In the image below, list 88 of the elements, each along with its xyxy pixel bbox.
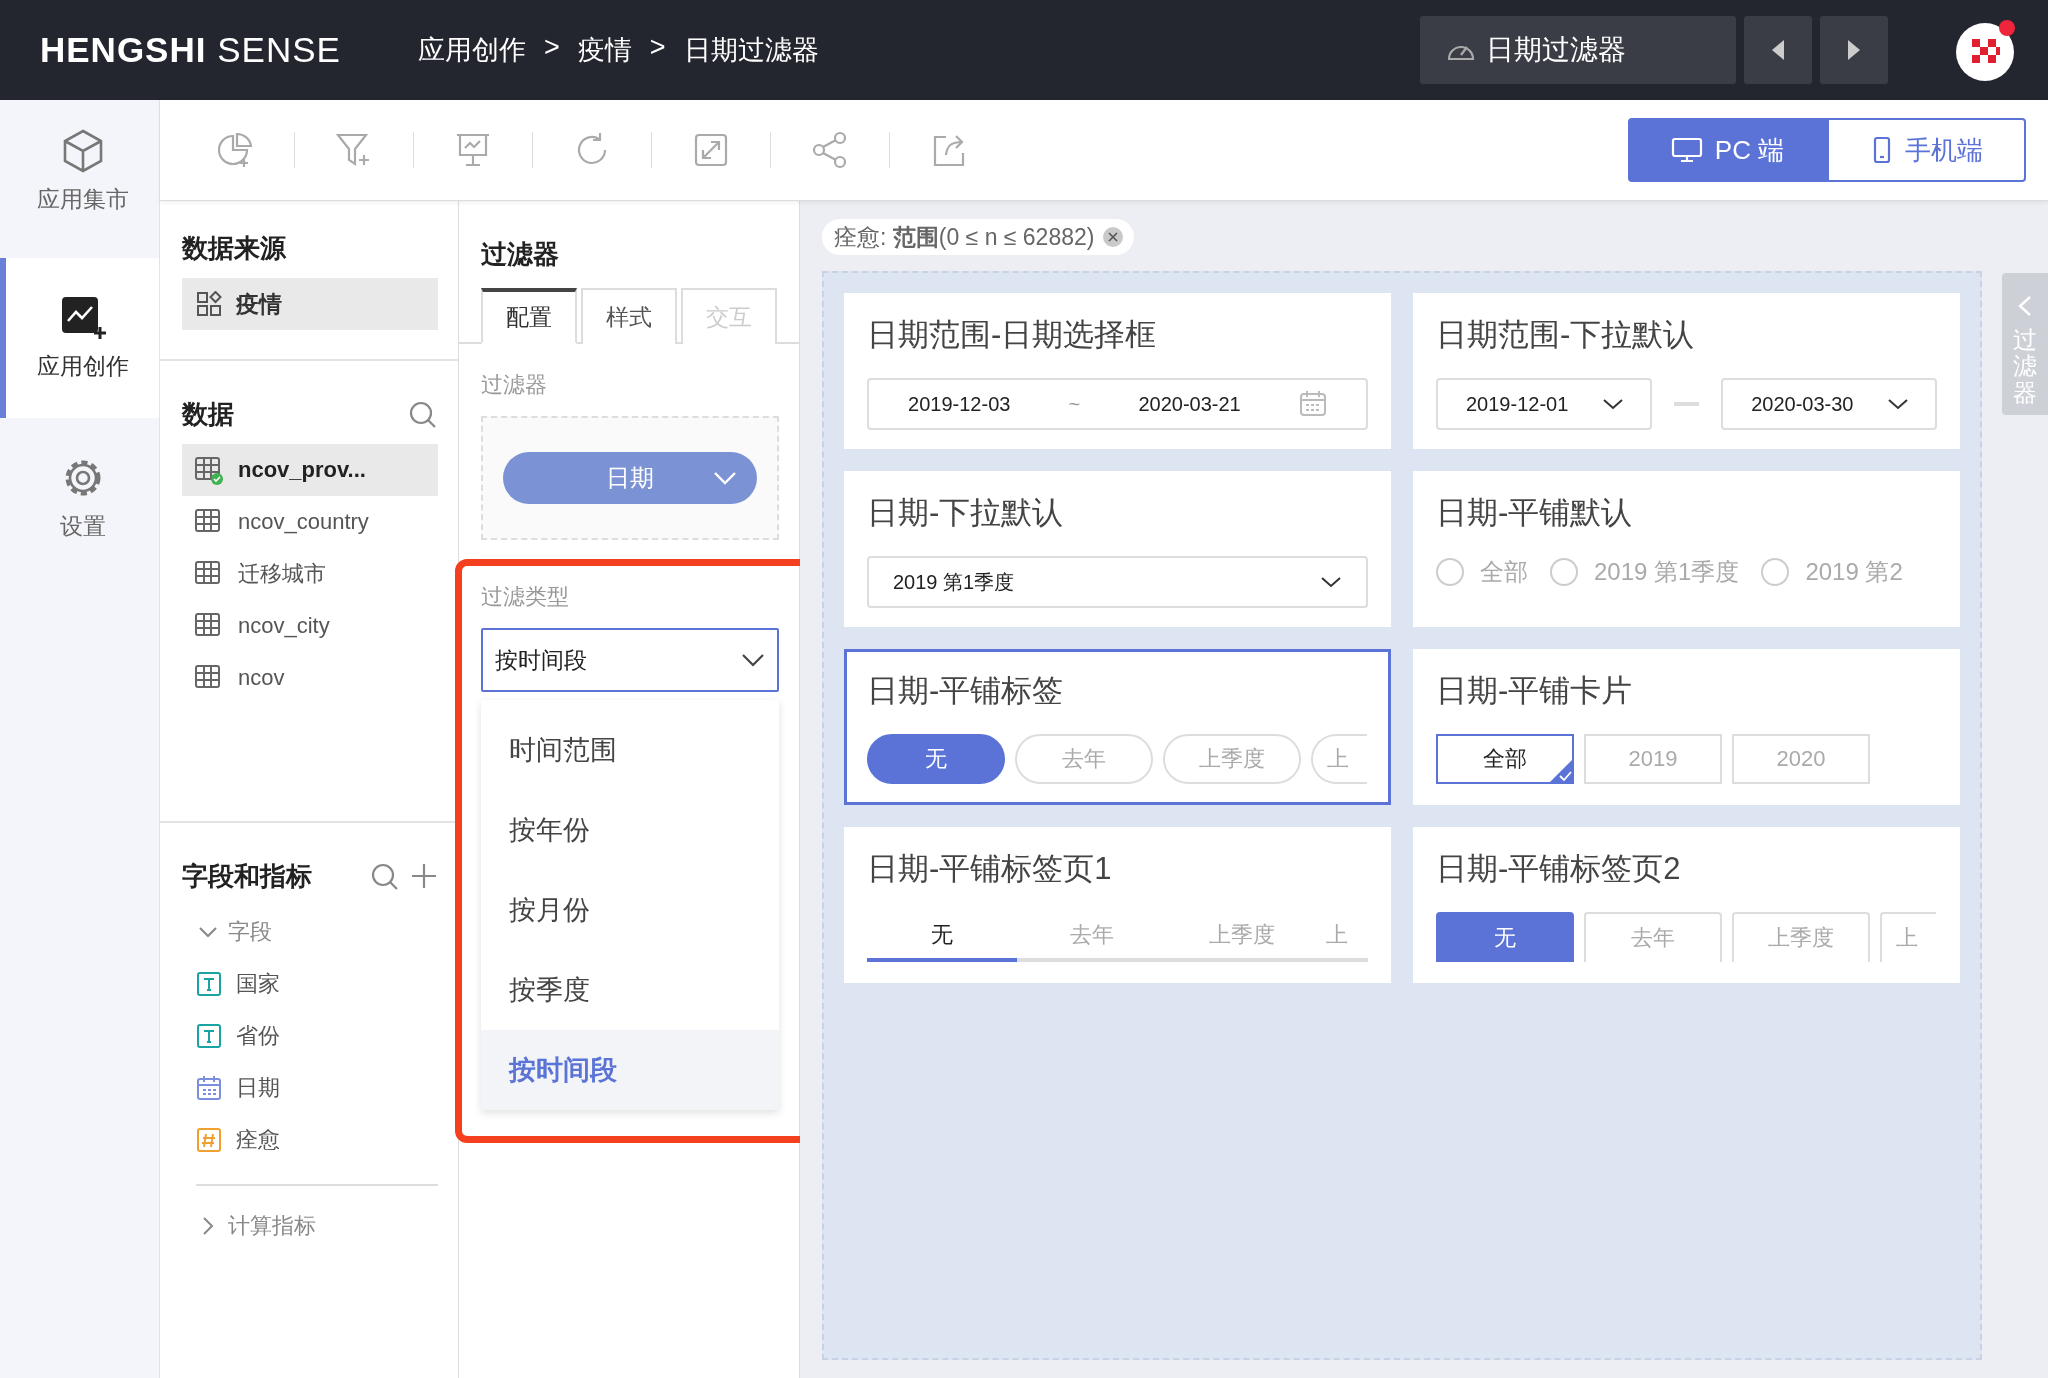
card-title: 日期-平铺卡片 (1436, 672, 1634, 710)
table-item[interactable]: 迁移城市 (182, 548, 438, 600)
date-range-field[interactable]: 2019-12-03 ~ 2020-03-21 (867, 378, 1368, 430)
breadcrumb-separator: > (649, 32, 666, 64)
next-button[interactable] (1820, 16, 1888, 84)
brand-logo: HENGSHI SENSE (40, 30, 342, 70)
nav-item[interactable]: 设置 (0, 418, 159, 578)
panel-tab[interactable]: 样式 (581, 288, 677, 344)
filter-card[interactable]: 日期范围-下拉默认 2019-12-01 2020-03-30 (1413, 293, 1960, 449)
card-title: 日期范围-下拉默认 (1436, 316, 1696, 354)
field-item[interactable]: 日期 (182, 1062, 438, 1114)
table-icon (194, 455, 224, 485)
filter-card[interactable]: 日期-平铺标签页2 无 去年 上季度 上 (1413, 827, 1960, 983)
checkmark-icon (1548, 758, 1574, 784)
chart-add-icon[interactable] (216, 131, 254, 169)
field-label: 过滤类型 (480, 583, 570, 611)
card-title: 日期-平铺默认 (1436, 494, 1634, 532)
table-item[interactable]: ncov_city (182, 600, 438, 652)
field-item[interactable]: 国家 (182, 958, 438, 1010)
breadcrumb-item[interactable]: 应用创作 (418, 32, 526, 68)
chart-add-icon (59, 294, 106, 341)
field-group-toggle[interactable]: 字段 (182, 906, 438, 958)
dashboard-picker[interactable]: 日期过滤器 (1420, 16, 1736, 84)
share-icon[interactable] (811, 131, 849, 169)
caret-icon (741, 653, 765, 667)
card-title: 日期-下拉默认 (867, 494, 1065, 532)
number-field-icon (196, 1127, 222, 1153)
filter-card[interactable]: 日期-平铺标签页1 无 去年 上季度 上 (844, 827, 1391, 983)
card-title: 日期-平铺标签页1 (867, 850, 1113, 888)
breadcrumb-item[interactable]: 疫情 (577, 32, 632, 68)
tab[interactable]: 无 (1436, 912, 1574, 962)
field-label: 过滤器 (480, 371, 548, 399)
caret-icon (713, 471, 737, 485)
card-title: 日期-平铺标签页2 (1436, 850, 1682, 888)
view-toggle-button[interactable]: 手机端 (1827, 118, 2026, 182)
filter-type-select[interactable]: 按时间段 (481, 628, 779, 692)
monitor-icon (1670, 136, 1703, 164)
filter-card[interactable]: 日期-平铺卡片 全部 2019 2020 (1413, 649, 1960, 805)
card-title: 日期-平铺标签 (867, 672, 1065, 710)
table-item[interactable]: ncov (182, 652, 438, 704)
caret-icon (1887, 398, 1909, 410)
dropdown-option[interactable]: 按年份 (481, 790, 779, 870)
presentation-icon[interactable] (454, 131, 492, 169)
text-field-icon (196, 1023, 222, 1049)
section-title: 数据 (182, 398, 234, 431)
grid-icon (196, 291, 222, 317)
option-tag[interactable]: 无 (867, 734, 1005, 784)
previous-button[interactable] (1744, 16, 1812, 84)
calendar-icon[interactable] (1298, 390, 1327, 418)
filter-card[interactable]: 日期范围-日期选择框 2019-12-03 ~ 2020-03-21 (844, 293, 1391, 449)
field-group-toggle[interactable]: 计算指标 (182, 1200, 438, 1252)
tab[interactable]: 无 (867, 912, 1017, 962)
search-icon[interactable] (408, 399, 438, 430)
field-item[interactable]: 痊愈 (182, 1114, 438, 1166)
dropdown-option[interactable]: 时间范围 (481, 710, 779, 790)
text-field-icon (196, 971, 222, 997)
caret-icon (1601, 398, 1624, 410)
nav-item[interactable]: 应用创作 (0, 258, 159, 418)
table-item[interactable]: ncov_prov... (182, 444, 438, 496)
date-select[interactable]: 2019-12-01 (1436, 378, 1652, 430)
chevron-icon (2017, 295, 2033, 317)
section-title: 数据来源 (182, 232, 287, 265)
option-tag[interactable]: 全部 (1436, 734, 1574, 784)
section-title: 字段和指标 (182, 860, 312, 893)
filter-chip[interactable]: 痊愈: 范围(0 ≤ n ≤ 62882) (822, 219, 1135, 255)
expand-icon[interactable] (692, 131, 730, 169)
data-source-item[interactable]: 疫情 (182, 278, 438, 330)
card-title: 日期范围-日期选择框 (867, 316, 1158, 354)
panel-tab[interactable]: 配置 (481, 288, 577, 344)
breadcrumb-separator: > (544, 32, 560, 64)
add-icon[interactable] (410, 861, 438, 890)
breadcrumb-item[interactable]: 日期过滤器 (683, 32, 819, 68)
nav-item[interactable]: 应用集市 (0, 124, 159, 258)
view-toggle-button[interactable]: PC 端 (1628, 118, 1827, 182)
table-item[interactable]: ncov_country (182, 496, 438, 548)
date-select[interactable]: 2020-03-30 (1721, 378, 1937, 430)
field-item[interactable]: 省份 (182, 1010, 438, 1062)
close-icon[interactable] (1102, 226, 1125, 248)
filter-card[interactable]: 日期-平铺标签 无 去年 上季度 上 (844, 649, 1391, 805)
dropdown-option[interactable]: 按季度 (481, 950, 779, 1030)
dropdown-option[interactable]: 按月份 (481, 870, 779, 950)
calendar-icon (196, 1075, 222, 1101)
date-select[interactable]: 2019 第1季度 (867, 556, 1368, 608)
dropdown-option[interactable]: 按时间段 (481, 1030, 779, 1110)
search-icon[interactable] (370, 861, 400, 892)
caret-icon (1320, 576, 1342, 588)
panel-title: 过滤器 (480, 238, 560, 271)
filter-card[interactable]: 日期-下拉默认 2019 第1季度 (844, 471, 1391, 627)
